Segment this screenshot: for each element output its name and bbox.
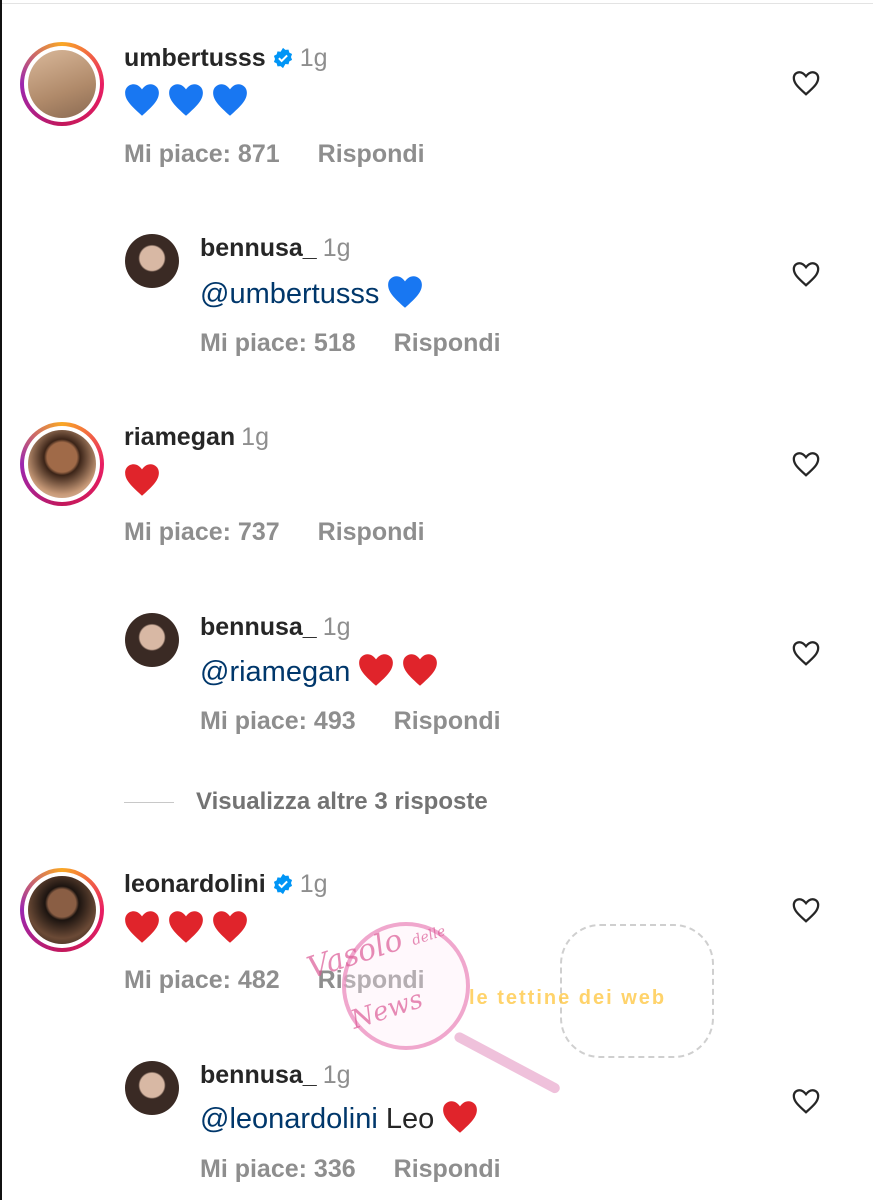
view-more-replies-label: Visualizza altre 3 risposte — [196, 788, 488, 815]
red-heart-icon — [213, 911, 247, 943]
divider-line — [124, 802, 174, 804]
like-heart-icon[interactable] — [791, 259, 821, 289]
like-count[interactable]: Mi piace: 482 — [124, 966, 280, 994]
red-heart-icon — [443, 1101, 478, 1133]
red-heart-icon — [169, 911, 203, 943]
like-heart-icon[interactable] — [791, 449, 821, 479]
red-heart-icon — [403, 654, 438, 686]
red-heart-icon — [359, 654, 394, 686]
reply-bennusa-3: bennusa_ 1g @leonardolini Leo Mi piace: 3… — [0, 0, 873, 1183]
verified-badge-icon — [273, 873, 292, 895]
story-ring[interactable] — [20, 422, 104, 506]
blue-heart-icon — [388, 276, 423, 308]
avatar[interactable] — [125, 1061, 179, 1115]
comment-meta: Mi piace: 493 Rispondi — [200, 707, 501, 736]
red-heart-icon — [125, 911, 159, 943]
like-count[interactable]: Mi piace: 737 — [124, 518, 280, 546]
reply-button[interactable]: Rispondi — [394, 1155, 501, 1183]
comment-meta: Mi piace: 336 Rispondi — [200, 1155, 501, 1184]
comment-username[interactable]: bennusa_ 1g — [200, 1061, 351, 1090]
comment-time: 1g — [241, 423, 269, 451]
story-ring[interactable] — [20, 868, 104, 952]
reply-button[interactable]: Rispondi — [318, 518, 425, 546]
like-count[interactable]: Mi piace: 493 — [200, 707, 356, 735]
comment-username[interactable]: bennusa_ 1g — [200, 234, 351, 263]
comment-time: 1g — [322, 1061, 351, 1089]
comment-username[interactable]: riamegan 1g — [124, 423, 269, 452]
comment-username[interactable]: bennusa_ 1g — [200, 613, 351, 642]
avatar[interactable] — [125, 234, 179, 288]
watermark-magnifier-handle — [452, 1030, 562, 1095]
comment-time: 1g — [299, 870, 328, 898]
reply-button[interactable]: Rispondi — [394, 707, 501, 735]
comment-meta: Mi piace: 737 Rispondi — [124, 518, 425, 547]
comment-text — [124, 909, 256, 946]
comment-time: 1g — [322, 613, 351, 641]
watermark-banner: le tettine dei web — [469, 987, 667, 1009]
mention-link[interactable]: @riamegan — [200, 656, 350, 688]
like-count[interactable]: Mi piace: 336 — [200, 1155, 356, 1183]
like-heart-icon[interactable] — [791, 1086, 821, 1116]
comment-text: @umbertusss — [200, 274, 431, 311]
like-count[interactable]: Mi piace: 518 — [200, 329, 356, 357]
mention-link[interactable]: @umbertusss — [200, 278, 379, 310]
comment-meta: Mi piace: 518 Rispondi — [200, 329, 501, 358]
avatar[interactable] — [125, 613, 179, 667]
mention-link[interactable]: @leonardolini — [200, 1103, 378, 1135]
avatar[interactable] — [28, 876, 96, 944]
comment-text — [124, 462, 168, 499]
red-heart-icon — [125, 464, 159, 496]
like-heart-icon[interactable] — [791, 638, 821, 668]
comment-text: @leonardolini Leo — [200, 1099, 486, 1136]
comment-username[interactable]: leonardolini 1g — [124, 870, 328, 899]
like-heart-icon[interactable] — [791, 895, 821, 925]
reply-button[interactable]: Rispondi — [394, 329, 501, 357]
comment-body: Leo — [385, 1103, 435, 1135]
comment-text: @riamegan — [200, 652, 446, 689]
view-more-replies-button[interactable]: Visualizza altre 3 risposte — [124, 788, 488, 816]
left-edge — [0, 0, 2, 1200]
comment-time: 1g — [322, 234, 351, 262]
avatar[interactable] — [28, 430, 96, 498]
